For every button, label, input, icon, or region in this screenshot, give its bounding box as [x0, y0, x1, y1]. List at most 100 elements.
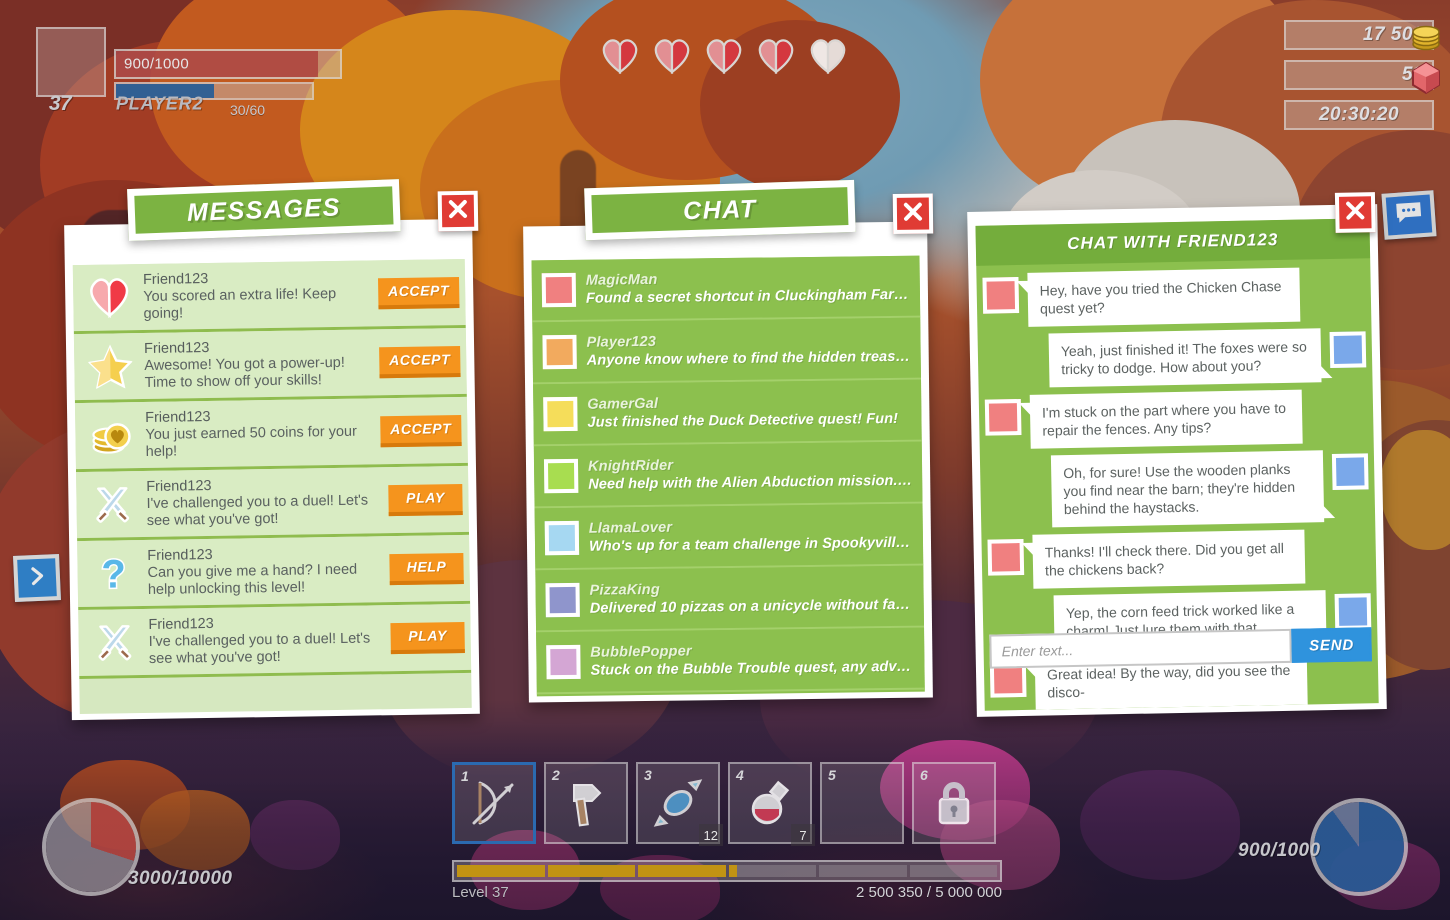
chat-list[interactable]: MagicMan Found a secret shortcut in Cluck…: [531, 255, 925, 697]
dm-avatar: [1334, 593, 1372, 630]
health-value: 900/1000: [124, 55, 189, 73]
heart-filled: [652, 36, 692, 74]
inventory-slot-5[interactable]: 5: [820, 762, 904, 844]
dm-send-button[interactable]: SEND: [1291, 627, 1372, 663]
direct-message-panel: CHAT WITH FRIEND123 Hey, have you tried …: [967, 192, 1387, 717]
swords-icon: [84, 478, 141, 531]
heart-filled: [600, 36, 640, 74]
level-segment-4: [728, 865, 816, 877]
chat-row[interactable]: Player123 Anyone know where to find the h…: [532, 317, 922, 385]
dm-avatar: [987, 538, 1025, 576]
game-screen: 37 900/1000 30/60 PLAYER2 17 500 20:30:2…: [0, 0, 1450, 920]
chat-row[interactable]: KnightRider Need help with the Alien Abdu…: [533, 441, 923, 509]
message-text: Can you give me a hand? I need help unlo…: [147, 561, 358, 598]
message-row[interactable]: Friend123 You scored an extra life! Keep …: [72, 258, 466, 335]
chat-avatar: [544, 520, 580, 556]
inventory-slot-4[interactable]: 47: [728, 762, 815, 846]
message-text: I've challenged you to a duel! Let's see…: [148, 629, 371, 667]
chat-message: Delivered 10 pizzas on a unicycle withou…: [589, 596, 914, 617]
expand-sidebar-button[interactable]: [13, 554, 61, 602]
chat-avatar: [546, 644, 581, 680]
chat-panel: CHAT MagicMan Found a secret shortcut in …: [523, 179, 934, 703]
coins-row[interactable]: 17 500: [1284, 20, 1440, 51]
inventory-slot-2[interactable]: 2: [544, 762, 628, 844]
dm-bubble: Oh, for sure! Use the wooden planks you …: [1050, 450, 1325, 528]
dm-input-placeholder: Enter text...: [1001, 642, 1074, 660]
question-icon: ?: [85, 547, 142, 600]
close-icon: [901, 199, 925, 228]
level-segment-5: [819, 865, 907, 877]
mana-gauge[interactable]: [1310, 798, 1408, 896]
message-row[interactable]: ? Friend123 Can you give me a hand? I need…: [77, 534, 471, 611]
chat-close-button[interactable]: [892, 193, 934, 234]
heart-empty: [808, 36, 848, 74]
dm-message-row: Hey, have you tried the Chicken Chase qu…: [982, 266, 1365, 327]
dm-close-button[interactable]: [1334, 192, 1376, 233]
chevron-right-icon: [25, 564, 48, 592]
chat-message: Who's up for a team challenge in Spookyv…: [588, 533, 914, 555]
level-segment-1: [457, 865, 545, 877]
chat-row[interactable]: BubblePopper Stuck on the Bubble Trouble …: [536, 627, 925, 695]
message-action-button[interactable]: ACCEPT: [379, 414, 462, 447]
chat-message: Found a secret shortcut in Cluckingham F…: [585, 286, 911, 307]
mana-gauge-label: 900/1000: [1238, 840, 1321, 861]
message-row[interactable]: Friend123 I've challenged you to a duel! …: [76, 465, 470, 542]
inventory-slot-1[interactable]: 1: [452, 762, 536, 844]
inventory-slot-3[interactable]: 3 12: [636, 762, 723, 846]
heart-filled: [704, 36, 744, 74]
heart-icon: [81, 271, 138, 324]
inventory-slot-6[interactable]: 6: [912, 762, 996, 844]
resource-panel: 17 500 53 20:30:20: [1284, 20, 1440, 140]
chat-panel-title: CHAT: [584, 179, 856, 241]
dm-avatar: [1331, 453, 1369, 491]
message-action-button[interactable]: ACCEPT: [378, 345, 461, 378]
swords-icon: [86, 616, 143, 669]
chat-row[interactable]: LlamaLover Who's up for a team challenge …: [534, 503, 924, 571]
message-text: I've challenged you to a duel! Let's see…: [146, 491, 369, 529]
gems-row[interactable]: 53: [1284, 60, 1440, 95]
timer-row: 20:30:20: [1284, 100, 1434, 130]
message-row[interactable]: Friend123 You just earned 50 coins for yo…: [74, 396, 468, 473]
message-action-button[interactable]: ACCEPT: [377, 276, 460, 309]
xp-label: 2 500 350 / 5 000 000: [856, 884, 1002, 901]
lives-hearts: [600, 36, 848, 74]
heart-filled: [756, 36, 796, 74]
star-icon: [82, 340, 139, 393]
dm-bubble: Thanks! I'll check there. Did you get al…: [1032, 529, 1306, 589]
chat-row[interactable]: GamerGal Just finished the Duck Detective…: [533, 379, 922, 447]
message-action-button[interactable]: HELP: [389, 552, 464, 585]
health-gauge[interactable]: [42, 798, 140, 896]
energy-value: 30/60: [230, 102, 266, 118]
dm-avatar: [984, 398, 1022, 436]
player-name: PLAYER2: [116, 93, 204, 114]
chat-row[interactable]: MagicMan Found a secret shortcut in Cluck…: [531, 255, 921, 323]
health-bar: 900/1000: [114, 49, 342, 79]
level-segment-2: [547, 865, 635, 877]
health-gauge-label: 3000/10000: [128, 868, 233, 889]
level-progress-bar: [452, 860, 1002, 882]
message-action-button[interactable]: PLAY: [390, 621, 465, 654]
chat-message: Stuck on the Bubble Trouble quest, any a…: [590, 658, 915, 679]
message-row[interactable]: Friend123 Awesome! You got a power-up! Ti…: [73, 327, 467, 404]
message-action-button[interactable]: PLAY: [388, 483, 463, 516]
avatar[interactable]: [36, 27, 106, 97]
open-chat-button[interactable]: [1381, 190, 1437, 240]
messages-close-button[interactable]: [437, 190, 479, 232]
timer-value: 20:30:20: [1318, 104, 1400, 125]
chat-avatar: [542, 334, 577, 370]
chat-row[interactable]: PizzaKing Delivered 10 pizzas on a unicyc…: [535, 565, 925, 633]
messages-list[interactable]: Friend123 You scored an extra life! Keep …: [72, 258, 472, 715]
level-segment-6: [909, 865, 997, 877]
player-hud: 37 900/1000 30/60 PLAYER2: [30, 22, 350, 118]
coins-icon: [83, 409, 140, 462]
message-row[interactable]: Friend123 I've challenged you to a duel! …: [78, 603, 472, 680]
dm-avatar: [982, 277, 1020, 314]
slot-number: 5: [828, 767, 836, 783]
chat-message: Just finished the Duck Detective quest! …: [587, 410, 899, 431]
chat-avatar: [545, 582, 580, 618]
chat-bubble-icon: [1394, 200, 1424, 231]
dm-text-input[interactable]: Enter text...: [989, 628, 1292, 669]
dm-message-row: I'm stuck on the part where you have to …: [984, 388, 1368, 449]
coins-icon: [1406, 17, 1446, 57]
dm-bubble: Yeah, just finished it! The foxes were s…: [1048, 328, 1322, 388]
